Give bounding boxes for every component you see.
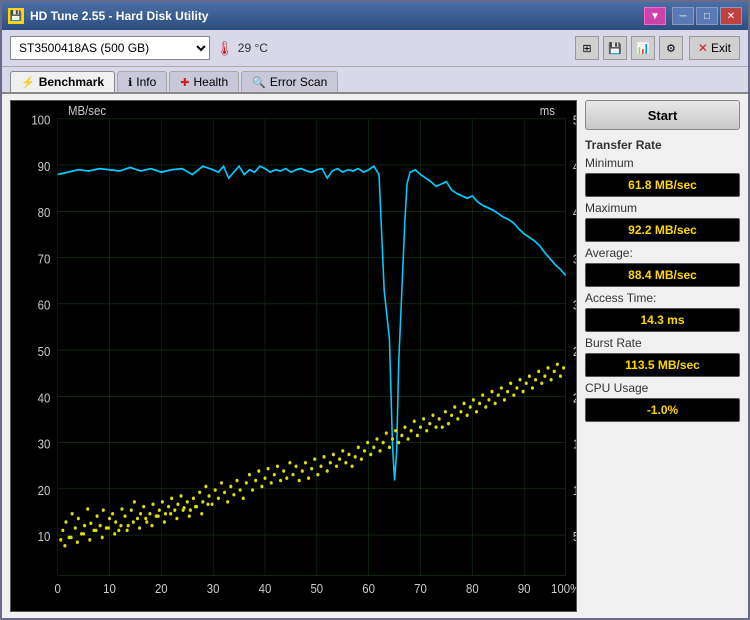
minimum-value: 61.8 MB/sec: [585, 173, 740, 197]
svg-text:15: 15: [573, 437, 576, 452]
svg-text:20: 20: [155, 581, 168, 596]
temperature-value: 29 °C: [238, 41, 268, 55]
svg-text:5: 5: [573, 529, 576, 544]
svg-text:70: 70: [38, 252, 51, 267]
close-button[interactable]: ✕: [720, 7, 742, 25]
svg-text:50: 50: [310, 581, 323, 596]
title-bar: 💾 HD Tune 2.55 - Hard Disk Utility ▼ ─ □…: [2, 2, 748, 30]
svg-text:80: 80: [466, 581, 479, 596]
toolbar-icons: ⊞ 💾 📊 ⚙: [575, 36, 683, 60]
tab-benchmark[interactable]: ⚡ Benchmark: [10, 71, 115, 92]
svg-text:10: 10: [38, 529, 51, 544]
tab-error-scan[interactable]: 🔍 Error Scan: [241, 71, 338, 92]
window-title: HD Tune 2.55 - Hard Disk Utility: [30, 9, 644, 23]
start-button[interactable]: Start: [585, 100, 740, 130]
svg-text:45: 45: [573, 159, 576, 174]
svg-text:30: 30: [207, 581, 220, 596]
save-icon-btn[interactable]: 💾: [603, 36, 627, 60]
cpu-usage-label: CPU Usage: [585, 381, 740, 395]
export-icon-btn[interactable]: 📊: [631, 36, 655, 60]
health-tab-label: Health: [194, 75, 229, 89]
svg-text:30: 30: [573, 298, 576, 313]
burst-rate-label: Burst Rate: [585, 336, 740, 350]
minimize-button[interactable]: ─: [672, 7, 694, 25]
svg-text:80: 80: [38, 206, 51, 221]
drive-selector[interactable]: ST3500418AS (500 GB): [10, 36, 210, 60]
copy-icon-btn[interactable]: ⊞: [575, 36, 599, 60]
svg-text:30: 30: [38, 437, 51, 452]
transfer-rate-title: Transfer Rate: [585, 138, 740, 152]
svg-text:10: 10: [103, 581, 116, 596]
access-time-stat: Access Time: 14.3 ms: [585, 291, 740, 332]
info-tab-label: Info: [136, 75, 156, 89]
svg-text:60: 60: [362, 581, 375, 596]
svg-text:40: 40: [573, 206, 576, 221]
svg-text:50: 50: [573, 113, 576, 128]
info-tab-icon: ℹ: [128, 76, 132, 89]
exit-button[interactable]: ✕ Exit: [689, 36, 740, 60]
health-tab-icon: ✚: [180, 76, 189, 89]
thermometer-icon: 🌡: [216, 40, 234, 57]
svg-text:90: 90: [518, 581, 531, 596]
burst-rate-value: 113.5 MB/sec: [585, 353, 740, 377]
benchmark-chart: 100 90 80 70 60 50 40 30 20 10 50 45 40 …: [10, 100, 577, 612]
svg-text:MB/sec: MB/sec: [68, 104, 106, 119]
svg-text:0: 0: [54, 581, 61, 596]
svg-text:10: 10: [573, 483, 576, 498]
toolbar: ST3500418AS (500 GB) 🌡 29 °C ⊞ 💾 📊 ⚙ ✕ E…: [2, 30, 748, 67]
average-stat: Average: 88.4 MB/sec: [585, 246, 740, 287]
temperature-display: 🌡 29 °C: [216, 40, 268, 57]
minimum-stat: Minimum 61.8 MB/sec: [585, 156, 740, 197]
exit-label: Exit: [711, 41, 731, 55]
svg-text:40: 40: [259, 581, 272, 596]
svg-text:50: 50: [38, 344, 51, 359]
svg-text:35: 35: [573, 252, 576, 267]
svg-text:20: 20: [38, 483, 51, 498]
access-time-value: 14.3 ms: [585, 308, 740, 332]
svg-text:40: 40: [38, 391, 51, 406]
benchmark-tab-icon: ⚡: [21, 76, 35, 89]
svg-text:90: 90: [38, 159, 51, 174]
svg-text:ms: ms: [540, 104, 555, 119]
exit-x-icon: ✕: [698, 41, 708, 55]
special-button[interactable]: ▼: [644, 7, 666, 25]
error-scan-tab-label: Error Scan: [270, 75, 327, 89]
burst-rate-stat: Burst Rate 113.5 MB/sec: [585, 336, 740, 377]
config-icon-btn[interactable]: ⚙: [659, 36, 683, 60]
access-time-label: Access Time:: [585, 291, 740, 305]
chart-svg: 100 90 80 70 60 50 40 30 20 10 50 45 40 …: [11, 101, 576, 611]
maximum-stat: Maximum 92.2 MB/sec: [585, 201, 740, 242]
svg-text:20: 20: [573, 391, 576, 406]
minimum-label: Minimum: [585, 156, 740, 170]
svg-text:25: 25: [573, 344, 576, 359]
average-label: Average:: [585, 246, 740, 260]
tab-bar: ⚡ Benchmark ℹ Info ✚ Health 🔍 Error Scan: [2, 67, 748, 94]
maximum-value: 92.2 MB/sec: [585, 218, 740, 242]
error-scan-tab-icon: 🔍: [252, 76, 266, 89]
cpu-usage-stat: CPU Usage -1.0%: [585, 381, 740, 422]
main-window: 💾 HD Tune 2.55 - Hard Disk Utility ▼ ─ □…: [0, 0, 750, 620]
maximize-button[interactable]: □: [696, 7, 718, 25]
tab-health[interactable]: ✚ Health: [169, 71, 239, 92]
svg-text:70: 70: [414, 581, 427, 596]
svg-text:100: 100: [31, 113, 50, 128]
tab-info[interactable]: ℹ Info: [117, 71, 167, 92]
average-value: 88.4 MB/sec: [585, 263, 740, 287]
app-icon: 💾: [8, 8, 24, 24]
stats-panel: Start Transfer Rate Minimum 61.8 MB/sec …: [585, 100, 740, 612]
maximum-label: Maximum: [585, 201, 740, 215]
svg-text:60: 60: [38, 298, 51, 313]
window-controls: ▼ ─ □ ✕: [644, 7, 742, 25]
cpu-usage-value: -1.0%: [585, 398, 740, 422]
svg-text:100%: 100%: [551, 581, 576, 596]
main-content: 100 90 80 70 60 50 40 30 20 10 50 45 40 …: [2, 94, 748, 618]
benchmark-tab-label: Benchmark: [39, 75, 104, 89]
